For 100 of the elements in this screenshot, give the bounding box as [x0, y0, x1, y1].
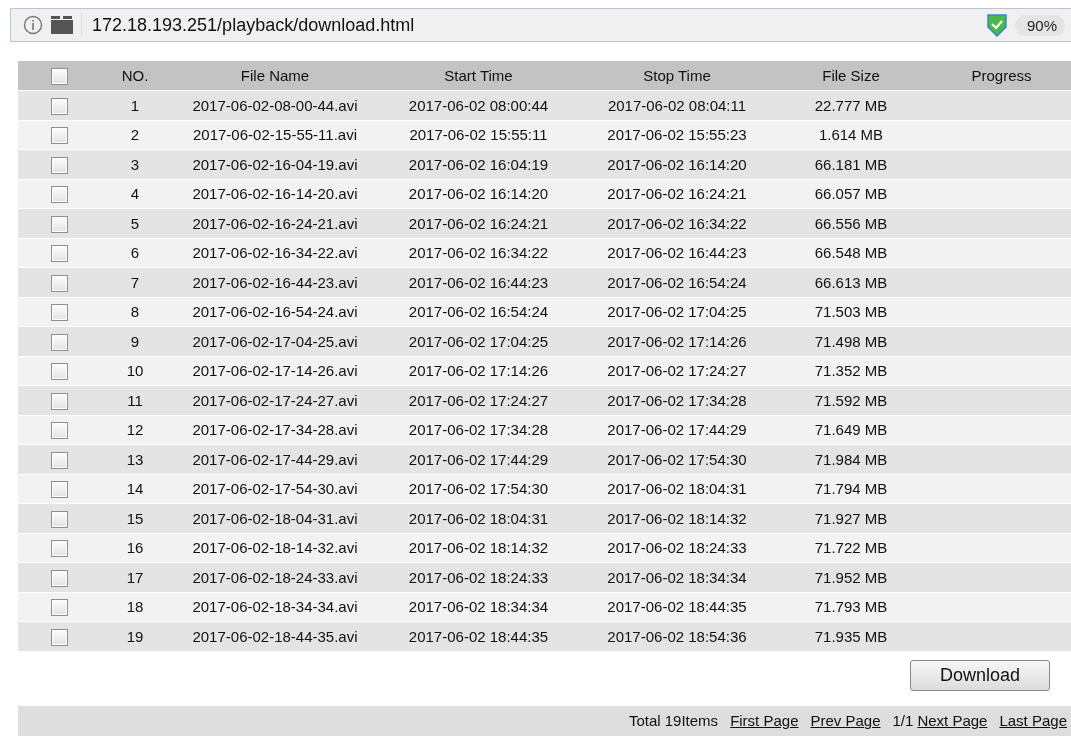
row-checkbox[interactable]: [50, 540, 68, 557]
row-number: 10: [126, 362, 144, 380]
file-name: 2017-06-02-18-14-32.avi: [192, 539, 358, 557]
row-number: 15: [126, 509, 144, 527]
first-page-link[interactable]: First Page: [730, 712, 799, 730]
row-number: 11: [127, 391, 143, 409]
start-time: 2017-06-02 16:54:24: [408, 303, 549, 321]
file-name: 2017-06-02-16-54-24.avi: [192, 303, 358, 321]
row-checkbox[interactable]: [50, 127, 68, 144]
select-all-checkbox[interactable]: [50, 67, 68, 85]
row-number: 2: [130, 126, 140, 144]
file-size: 66.613 MB: [814, 273, 888, 291]
row-checkbox[interactable]: [50, 304, 68, 321]
download-button[interactable]: Download: [910, 659, 1050, 691]
page-indicator: 1/1: [892, 712, 914, 730]
start-time: 2017-06-02 16:34:22: [408, 244, 549, 262]
file-name: 2017-06-02-18-44-35.avi: [192, 627, 358, 645]
start-time: 2017-06-02 15:55:11: [409, 126, 548, 144]
start-time: 2017-06-02 16:04:19: [408, 155, 549, 173]
file-size: 71.984 MB: [814, 450, 888, 468]
file-name: 2017-06-02-17-54-30.avi: [192, 480, 358, 498]
row-number: 4: [130, 185, 140, 203]
file-size: 66.548 MB: [814, 244, 888, 262]
file-size: 71.927 MB: [814, 509, 888, 527]
row-checkbox[interactable]: [50, 274, 68, 292]
row-number: 6: [130, 244, 140, 262]
row-checkbox[interactable]: [50, 451, 68, 469]
prev-page-link[interactable]: Prev Page: [810, 712, 881, 730]
start-time: 2017-06-02 08:00:44: [408, 96, 549, 114]
row-checkbox[interactable]: [50, 599, 68, 616]
start-time: 2017-06-02 16:24:21: [408, 214, 549, 232]
info-icon[interactable]: [23, 15, 43, 35]
row-checkbox[interactable]: [50, 392, 68, 410]
file-size: 71.649 MB: [814, 421, 888, 439]
start-time: 2017-06-02 16:14:20: [408, 185, 549, 203]
stop-time: 2017-06-02 18:04:31: [607, 480, 747, 498]
stop-time: 2017-06-02 18:54:36: [607, 627, 747, 645]
row-checkbox[interactable]: [50, 481, 68, 498]
file-size: 71.952 MB: [814, 568, 888, 586]
start-time: 2017-06-02 17:34:28: [408, 421, 549, 439]
stop-time: 2017-06-02 17:54:30: [607, 450, 747, 468]
row-number: 17: [126, 568, 144, 586]
row-checkbox[interactable]: [50, 569, 68, 587]
row-number: 14: [126, 480, 144, 498]
stop-time: 2017-06-02 17:14:26: [607, 332, 747, 350]
row-checkbox[interactable]: [50, 156, 68, 174]
row-number: 9: [130, 332, 140, 350]
start-time: 2017-06-02 18:44:35: [408, 627, 549, 645]
file-size: 1.614 MB: [818, 126, 884, 144]
file-name: 2017-06-02-08-00-44.avi: [192, 96, 358, 114]
row-number: 5: [130, 214, 140, 232]
row-checkbox[interactable]: [50, 215, 68, 233]
row-number: 7: [130, 273, 140, 291]
row-checkbox[interactable]: [50, 333, 68, 351]
start-time: 2017-06-02 18:34:34: [408, 598, 549, 616]
zoom-level[interactable]: 90%: [1014, 14, 1065, 36]
file-size: 71.793 MB: [814, 598, 888, 616]
file-name: 2017-06-02-18-04-31.avi: [192, 509, 358, 527]
file-size: 22.777 MB: [814, 96, 888, 114]
stop-time: 2017-06-02 15:55:23: [607, 126, 747, 144]
last-page-link[interactable]: Last Page: [999, 712, 1067, 730]
file-name: 2017-06-02-18-34-34.avi: [192, 598, 358, 616]
row-checkbox[interactable]: [50, 510, 68, 528]
column-header: File Name: [240, 67, 310, 84]
start-time: 2017-06-02 18:04:31: [408, 509, 549, 527]
stop-time: 2017-06-02 17:24:27: [607, 362, 747, 380]
stop-time: 2017-06-02 18:14:32: [607, 509, 747, 527]
stop-time: 2017-06-02 08:04:11: [607, 96, 747, 114]
start-time: 2017-06-02 16:44:23: [408, 273, 549, 291]
stop-time: 2017-06-02 16:14:20: [607, 155, 747, 173]
row-checkbox[interactable]: [50, 186, 68, 203]
start-time: 2017-06-02 17:14:26: [408, 362, 549, 380]
row-number: 18: [126, 598, 144, 616]
column-header: File Size: [822, 67, 880, 84]
stop-time: 2017-06-02 18:24:33: [607, 539, 747, 557]
row-checkbox[interactable]: [50, 97, 68, 115]
row-checkbox[interactable]: [50, 245, 68, 262]
file-name: 2017-06-02-16-24-21.avi: [192, 214, 358, 232]
file-name: 2017-06-02-18-24-33.avi: [192, 568, 358, 586]
row-number: 3: [130, 155, 140, 173]
file-name: 2017-06-02-17-04-25.avi: [192, 332, 358, 350]
file-size: 71.722 MB: [814, 539, 888, 557]
column-header: NO.: [121, 67, 149, 84]
folder-icon[interactable]: [51, 16, 73, 34]
row-checkbox[interactable]: [50, 628, 68, 646]
file-size: 71.935 MB: [814, 627, 888, 645]
row-number: 1: [130, 96, 140, 114]
file-name: 2017-06-02-16-14-20.avi: [192, 185, 358, 203]
stop-time: 2017-06-02 17:04:25: [607, 303, 747, 321]
file-name: 2017-06-02-16-04-19.avi: [192, 155, 358, 173]
url-text[interactable]: 172.18.193.251/playback/download.html: [81, 13, 979, 37]
column-header: Progress: [971, 67, 1032, 84]
file-name: 2017-06-02-17-44-29.avi: [192, 450, 358, 468]
shield-check-icon[interactable]: [986, 13, 1007, 37]
stop-time: 2017-06-02 17:44:29: [607, 421, 747, 439]
file-size: 66.057 MB: [814, 185, 888, 203]
row-checkbox[interactable]: [50, 422, 68, 439]
row-checkbox[interactable]: [50, 363, 68, 380]
file-size: 71.498 MB: [814, 332, 888, 350]
next-page-link[interactable]: Next Page: [917, 712, 988, 730]
